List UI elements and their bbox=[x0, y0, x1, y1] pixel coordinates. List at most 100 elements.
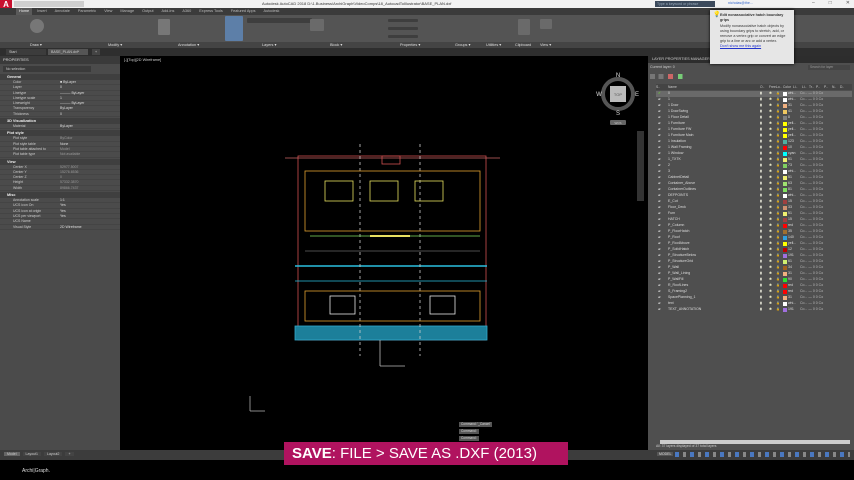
layer-color-swatch[interactable] bbox=[783, 242, 787, 246]
layer-properties-cells[interactable]: Co... — 0 0 Co bbox=[800, 295, 823, 301]
color-dropdown[interactable] bbox=[388, 19, 418, 22]
ribbon-tab-manage[interactable]: Manage bbox=[117, 8, 137, 15]
layer-status-icon[interactable]: ▰ bbox=[658, 223, 661, 229]
layer-color-name[interactable]: red bbox=[788, 289, 793, 295]
layer-freeze-icon[interactable]: ✱ bbox=[769, 109, 772, 115]
layer-on-icon[interactable]: ▮ bbox=[760, 181, 762, 187]
layer-column-header[interactable]: Color bbox=[783, 84, 791, 90]
layer-freeze-icon[interactable]: ✱ bbox=[769, 157, 772, 163]
layer-on-icon[interactable]: ▮ bbox=[760, 157, 762, 163]
layer-row[interactable]: ▰ 1 DoorSwing ▮ ✱ 🔓 41 Co... — 0 0 Co bbox=[656, 109, 852, 115]
layer-color-name[interactable]: 12 bbox=[788, 247, 792, 253]
layer-color-name[interactable]: 81 bbox=[788, 187, 792, 193]
layer-color-name[interactable]: cyan bbox=[788, 151, 795, 157]
layer-lock-icon[interactable]: 🔓 bbox=[776, 151, 780, 157]
status-toggles[interactable] bbox=[675, 452, 850, 457]
layer-lock-icon[interactable]: 🔓 bbox=[776, 229, 780, 235]
layer-row[interactable]: ▰ CabinetDetail ▮ ✱ 🔓 51 Co... — 0 0 Co bbox=[656, 175, 852, 181]
layer-freeze-icon[interactable]: ✱ bbox=[769, 247, 772, 253]
layer-color-swatch[interactable] bbox=[783, 296, 787, 300]
layer-row[interactable]: ▰ 1 Furniture ▮ ✱ 🔓 yell... Co... — 0 0 Co bbox=[656, 121, 852, 127]
layer-on-icon[interactable]: ▮ bbox=[760, 163, 762, 169]
layer-toolbar[interactable] bbox=[650, 74, 698, 79]
layer-color-name[interactable]: yell... bbox=[788, 127, 796, 133]
layer-on-icon[interactable]: ▮ bbox=[760, 175, 762, 181]
layer-status-icon[interactable]: ▰ bbox=[658, 157, 661, 163]
layer-color-name[interactable]: 63 bbox=[788, 181, 792, 187]
layer-freeze-icon[interactable]: ✱ bbox=[769, 223, 772, 229]
layer-color-name[interactable]: 90 bbox=[788, 277, 792, 283]
layer-color-swatch[interactable] bbox=[783, 260, 787, 264]
layer-column-header[interactable]: Li.. bbox=[793, 84, 797, 90]
navigation-bar[interactable] bbox=[637, 131, 644, 201]
layer-status-icon[interactable]: ▰ bbox=[658, 289, 661, 295]
layer-name[interactable]: 1 DoorSwing bbox=[668, 109, 688, 115]
layer-name[interactable]: 1 Furniture bbox=[668, 121, 685, 127]
layer-color-name[interactable]: red bbox=[788, 223, 793, 229]
layer-freeze-icon[interactable]: ✱ bbox=[769, 127, 772, 133]
layer-on-icon[interactable]: ▮ bbox=[760, 223, 762, 229]
layer-color-name[interactable]: 15 bbox=[788, 199, 792, 205]
layer-status-icon[interactable]: ▰ bbox=[658, 127, 661, 133]
layer-freeze-icon[interactable]: ✱ bbox=[769, 229, 772, 235]
layer-column-header[interactable]: S.. bbox=[656, 84, 660, 90]
layer-column-header[interactable]: D.. bbox=[840, 84, 844, 90]
layer-name[interactable]: 1_TXTK bbox=[668, 157, 681, 163]
layer-row[interactable]: ▰ TEXT_ANNOTATION ▮ ✱ 🔓 191 Co... — 0 0 Co bbox=[656, 307, 852, 313]
layer-status-icon[interactable]: ▰ bbox=[658, 151, 661, 157]
layer-color-name[interactable]: 8 bbox=[788, 115, 790, 121]
layer-lock-icon[interactable]: 🔓 bbox=[776, 223, 780, 229]
layer-status-icon[interactable]: ✔ bbox=[658, 91, 661, 97]
property-value[interactable]: Yes bbox=[60, 203, 66, 207]
layer-color-name[interactable]: whi... bbox=[788, 169, 796, 175]
layer-properties-cells[interactable]: Co... — 0 0 Co bbox=[800, 259, 823, 265]
layer-color-name[interactable]: 34 bbox=[788, 265, 792, 271]
layer-on-icon[interactable]: ▮ bbox=[760, 103, 762, 109]
layer-color-name[interactable]: 33 bbox=[788, 205, 792, 211]
layer-properties-cells[interactable]: Co... — 0 0 Co bbox=[800, 205, 823, 211]
layer-row[interactable]: ▰ 1 Floor Detail ▮ ✱ 🔓 8 Co... — 0 0 Co bbox=[656, 115, 852, 121]
layer-freeze-icon[interactable]: ✱ bbox=[769, 205, 772, 211]
property-row[interactable]: Visual Style 2D Wireframe bbox=[0, 225, 120, 230]
circle-tool-icon[interactable] bbox=[30, 19, 44, 33]
layer-color-swatch[interactable] bbox=[783, 152, 787, 156]
layer-properties-cells[interactable]: Co... — 0 0 Co bbox=[800, 121, 823, 127]
layer-row[interactable]: ▰ 1 ▮ ✱ 🔓 whi... Co... — 0 0 Co bbox=[656, 97, 852, 103]
layer-color-name[interactable]: 51 bbox=[788, 175, 792, 181]
layer-properties-cells[interactable]: Co... — 0 0 Co bbox=[800, 247, 823, 253]
layer-row[interactable]: ▰ 1_TXTK ▮ ✱ 🔓 51 Co... — 0 0 Co bbox=[656, 157, 852, 163]
layer-freeze-icon[interactable]: ✱ bbox=[769, 133, 772, 139]
layer-on-icon[interactable]: ▮ bbox=[760, 301, 762, 307]
layer-color-swatch[interactable] bbox=[783, 98, 787, 102]
layer-status-icon[interactable]: ▰ bbox=[658, 181, 661, 187]
property-value[interactable]: 0 bbox=[60, 112, 62, 116]
property-value[interactable]: ——— ByLayer bbox=[60, 91, 84, 95]
property-value[interactable]: 89866.7437 bbox=[60, 186, 79, 190]
layer-color-swatch[interactable] bbox=[783, 104, 787, 108]
ribbon-tab-view[interactable]: View bbox=[101, 8, 115, 15]
layer-lock-icon[interactable]: 🔓 bbox=[776, 199, 780, 205]
layer-name[interactable]: TEXT_ANNOTATION bbox=[668, 307, 701, 313]
layer-on-icon[interactable]: ▮ bbox=[760, 97, 762, 103]
layer-name[interactable]: P_SolidHatch bbox=[668, 247, 689, 253]
viewcube[interactable]: TOP N S E W WCS bbox=[595, 70, 641, 130]
text-tool-icon[interactable] bbox=[158, 19, 170, 35]
layer-freeze-icon[interactable]: ✱ bbox=[769, 277, 772, 283]
layer-color-swatch[interactable] bbox=[783, 122, 787, 126]
layer-color-swatch[interactable] bbox=[783, 134, 787, 138]
layer-status-icon[interactable]: ▰ bbox=[658, 121, 661, 127]
layer-freeze-icon[interactable]: ✱ bbox=[769, 187, 772, 193]
layer-properties-cells[interactable]: Co... — 0 0 Co bbox=[800, 97, 823, 103]
layer-status-icon[interactable]: ▰ bbox=[658, 229, 661, 235]
layer-status-icon[interactable]: ▰ bbox=[658, 307, 661, 313]
property-row[interactable]: Material ByLayer bbox=[0, 124, 120, 130]
layer-color-name[interactable]: 10 bbox=[788, 145, 792, 151]
drawing-viewport[interactable]: [-][Top][2D Wireframe] TOP N S E W WCS bbox=[120, 56, 648, 450]
layer-properties-cells[interactable]: Co... — 0 0 Co bbox=[800, 193, 823, 199]
layer-name[interactable]: P_WallFill bbox=[668, 277, 683, 283]
layer-freeze-icon[interactable]: ✱ bbox=[769, 307, 772, 313]
layer-row[interactable]: ▰ P_Wall_Lining ▮ ✱ 🔓 31 Co... — 0 0 Co bbox=[656, 271, 852, 277]
layer-lock-icon[interactable]: 🔓 bbox=[776, 271, 780, 277]
layer-freeze-icon[interactable]: ✱ bbox=[769, 169, 772, 175]
layer-row[interactable]: ▰ P_Wall ▮ ✱ 🔓 34 Co... — 0 0 Co bbox=[656, 265, 852, 271]
